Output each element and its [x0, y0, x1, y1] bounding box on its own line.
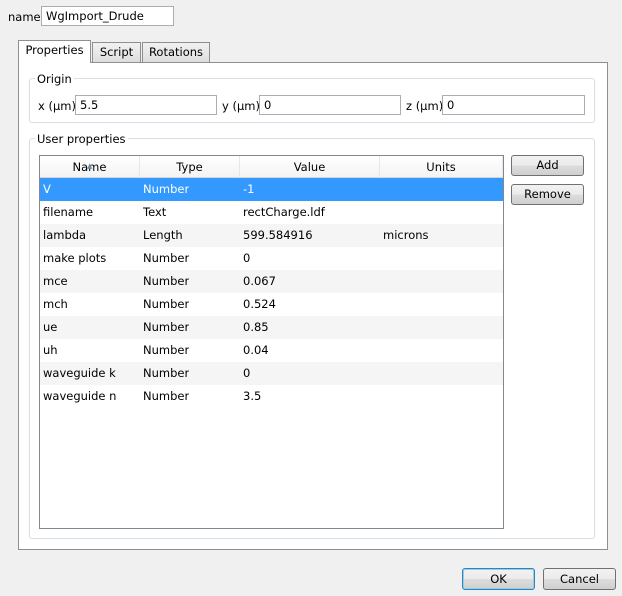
cell-value: 599.584916 — [243, 228, 313, 242]
cell-name: waveguide k — [43, 366, 116, 380]
origin-group-title: Origin — [35, 72, 74, 86]
table-row[interactable]: filename Text rectCharge.ldf — [40, 201, 503, 224]
tab-properties[interactable]: Properties — [18, 40, 91, 63]
cell-type: Text — [143, 205, 167, 219]
cell-value: rectCharge.ldf — [243, 205, 325, 219]
table-header: ▲ Name Type Value Units — [40, 156, 503, 178]
cell-value: 0.524 — [243, 297, 276, 311]
cell-type: Number — [143, 343, 190, 357]
cell-value: 0 — [243, 366, 251, 380]
cell-units: microns — [383, 228, 429, 242]
column-header-type[interactable]: Type — [140, 156, 240, 178]
column-header-units[interactable]: Units — [380, 156, 503, 178]
cell-name: make plots — [43, 251, 107, 265]
tab-rotations[interactable]: Rotations — [142, 42, 210, 62]
cell-value: 0.04 — [243, 343, 269, 357]
cell-value: 0.067 — [243, 274, 276, 288]
cell-type: Number — [143, 320, 190, 334]
cell-name: lambda — [43, 228, 87, 242]
table-row[interactable]: waveguide k Number 0 — [40, 362, 503, 385]
properties-table[interactable]: ▲ Name Type Value Units V Number -1 file… — [39, 155, 504, 529]
table-row[interactable]: waveguide n Number 3.5 — [40, 385, 503, 408]
cell-name: mch — [43, 297, 68, 311]
cell-name: ue — [43, 320, 58, 334]
ok-button[interactable]: OK — [462, 568, 535, 590]
x-label: x (μm) — [38, 99, 76, 113]
cancel-button[interactable]: Cancel — [543, 568, 616, 590]
name-label: name — [8, 10, 41, 24]
remove-button[interactable]: Remove — [511, 184, 584, 205]
y-label: y (μm) — [222, 99, 260, 113]
column-header-name[interactable]: ▲ Name — [40, 156, 140, 178]
table-row[interactable]: lambda Length 599.584916 microns — [40, 224, 503, 247]
sort-ascending-icon: ▲ — [87, 162, 93, 170]
table-row[interactable]: mce Number 0.067 — [40, 270, 503, 293]
name-input[interactable]: WgImport_Drude — [41, 6, 174, 26]
x-input[interactable]: 5.5 — [75, 95, 217, 115]
table-row[interactable]: ue Number 0.85 — [40, 316, 503, 339]
z-input[interactable]: 0 — [442, 95, 585, 115]
cell-name: filename — [43, 205, 94, 219]
cell-value: -1 — [243, 182, 255, 196]
z-label: z (μm) — [406, 99, 444, 113]
table-row[interactable]: V Number -1 — [40, 178, 503, 201]
cell-type: Number — [143, 389, 190, 403]
cell-type: Number — [143, 297, 190, 311]
cell-name: V — [43, 182, 51, 196]
cell-name: waveguide n — [43, 389, 117, 403]
cell-name: mce — [43, 274, 68, 288]
cell-value: 0.85 — [243, 320, 269, 334]
cell-type: Number — [143, 274, 190, 288]
user-properties-title: User properties — [35, 132, 128, 146]
add-button[interactable]: Add — [511, 155, 584, 176]
cell-type: Number — [143, 182, 190, 196]
cell-value: 0 — [243, 251, 251, 265]
cell-value: 3.5 — [243, 389, 262, 403]
column-header-value[interactable]: Value — [240, 156, 380, 178]
cell-type: Number — [143, 366, 190, 380]
table-row[interactable]: uh Number 0.04 — [40, 339, 503, 362]
table-row[interactable]: mch Number 0.524 — [40, 293, 503, 316]
cell-type: Number — [143, 251, 190, 265]
y-input[interactable]: 0 — [259, 95, 401, 115]
cell-name: uh — [43, 343, 58, 357]
tab-script[interactable]: Script — [92, 42, 141, 62]
cell-type: Length — [143, 228, 183, 242]
table-row[interactable]: make plots Number 0 — [40, 247, 503, 270]
